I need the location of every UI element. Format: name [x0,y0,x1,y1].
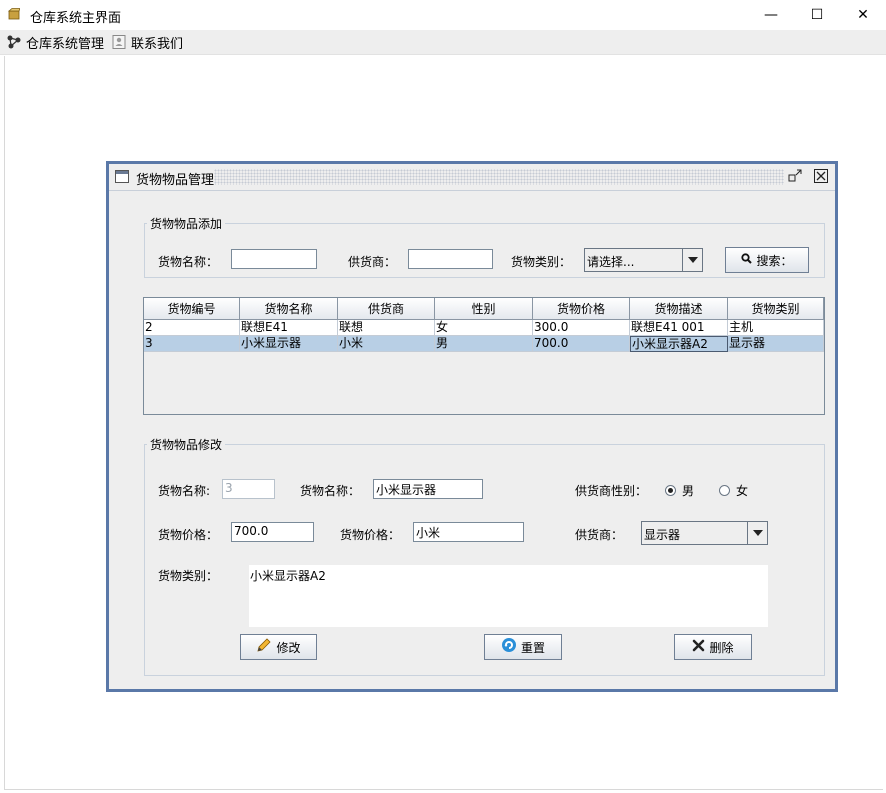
column-header[interactable]: 货物名称 [240,298,338,320]
edit-name-input[interactable]: 小米显示器 [373,479,483,499]
add-name-input[interactable] [231,249,317,269]
table-cell[interactable]: 3 [144,336,240,352]
table-cell-focused[interactable]: 小米显示器A2 [630,336,728,352]
description-textarea[interactable]: 小米显示器A2 [249,565,768,627]
chevron-down-icon[interactable] [747,522,767,544]
gender-female-label: 女 [736,484,749,498]
goods-table[interactable]: 货物编号 货物名称 供货商 性别 货物价格 货物描述 货物类别 2 联想E41 … [143,297,825,415]
edit-id-input: 3 [222,479,275,499]
refresh-icon [501,637,517,657]
table-row[interactable]: 2 联想E41 联想 女 300.0 联想E41 001 主机 [144,320,824,336]
add-name-label: 货物名称： [158,255,219,269]
table-cell[interactable]: 男 [435,336,533,352]
close-icon: ✕ [857,7,869,23]
chevron-down-icon[interactable] [682,249,702,271]
menu-warehouse-management[interactable]: 仓库系统管理 [6,33,105,52]
search-button-label: 搜索： [756,253,793,268]
category-select-value: 请选择... [586,250,681,270]
titlebar-grip [214,169,784,185]
gender-male-label: 男 [682,484,695,498]
delete-button[interactable]: 删除 [674,634,752,660]
add-supplier-label: 供货商： [348,255,397,269]
delete-button-label: 删除 [709,640,734,655]
reset-button[interactable]: 重置 [484,634,562,660]
menubar: 仓库系统管理 联系我们 [0,30,886,55]
window-titlebar: 仓库系统主界面 — ☐ ✕ [0,0,886,30]
window-title: 仓库系统主界面 [30,11,122,26]
frame-title: 货物物品管理 [136,173,215,188]
add-supplier-input[interactable] [408,249,493,269]
contact-icon [112,35,126,49]
edit-price-label: 货物价格： [158,528,219,542]
radio-unchecked-icon [719,485,730,496]
table-row-selected[interactable]: 3 小米显示器 小米 男 700.0 小米显示器A2 显示器 [144,336,824,352]
frame-restore-icon[interactable] [787,168,803,184]
frame-titlebar[interactable]: 货物物品管理 [109,164,835,191]
edit-supplier-label: 供货商： [575,528,624,542]
edit-price-input[interactable]: 700.0 [231,522,314,542]
menu-contact-label: 联系我们 [131,36,184,52]
delete-x-icon [692,639,705,656]
gender-male-radio[interactable]: 男 [665,482,694,499]
supplier-select-value: 显示器 [643,523,746,543]
table-cell[interactable]: 300.0 [533,320,630,336]
minimize-icon: — [764,7,778,23]
edit-section-legend: 货物物品修改 [150,438,223,452]
search-button[interactable]: 搜索： [725,247,809,273]
edit-category-label: 货物类别： [158,569,219,583]
table-cell[interactable]: 联想E41 001 [630,320,728,336]
search-icon [741,252,753,268]
column-header[interactable]: 供货商 [338,298,435,320]
table-cell[interactable]: 女 [435,320,533,336]
pencil-icon [256,637,272,657]
edit-id-label: 货物名称: [158,484,211,498]
edit-price2-label: 货物价格： [340,528,401,542]
edit-gender-label: 供货商性别： [575,484,648,498]
table-cell[interactable]: 显示器 [728,336,824,352]
column-header[interactable]: 性别 [435,298,533,320]
column-header[interactable]: 货物描述 [630,298,728,320]
edit-name-label: 货物名称： [300,484,361,498]
maximize-icon: ☐ [810,7,824,23]
network-icon [7,35,21,49]
table-cell[interactable]: 联想 [338,320,435,336]
category-select[interactable]: 请选择... [584,248,703,272]
column-header[interactable]: 货物价格 [533,298,630,320]
frame-window-icon [115,170,129,183]
table-cell[interactable]: 小米 [338,336,435,352]
table-cell[interactable]: 2 [144,320,240,336]
menu-contact-us[interactable]: 联系我们 [111,33,184,52]
minimize-button[interactable]: — [748,0,794,30]
close-button[interactable]: ✕ [840,0,886,30]
table-header: 货物编号 货物名称 供货商 性别 货物价格 货物描述 货物类别 [144,298,824,320]
modify-button[interactable]: 修改 [240,634,317,660]
edit-price2-input[interactable]: 小米 [413,522,524,542]
app-box-icon [8,8,20,20]
gender-female-radio[interactable]: 女 [719,482,748,499]
table-cell[interactable]: 700.0 [533,336,630,352]
table-cell[interactable]: 小米显示器 [240,336,338,352]
frame-close-icon[interactable] [813,168,829,184]
add-category-label: 货物类别： [511,255,572,269]
menu-warehouse-label: 仓库系统管理 [26,36,105,52]
reset-button-label: 重置 [520,640,545,655]
column-header[interactable]: 货物类别 [728,298,824,320]
table-cell[interactable]: 联想E41 [240,320,338,336]
table-cell[interactable]: 主机 [728,320,824,336]
supplier-select[interactable]: 显示器 [641,521,768,545]
column-header[interactable]: 货物编号 [144,298,240,320]
radio-checked-icon [665,485,676,496]
add-section-legend: 货物物品添加 [150,217,223,231]
modify-button-label: 修改 [276,640,301,655]
maximize-button[interactable]: ☐ [794,0,840,30]
